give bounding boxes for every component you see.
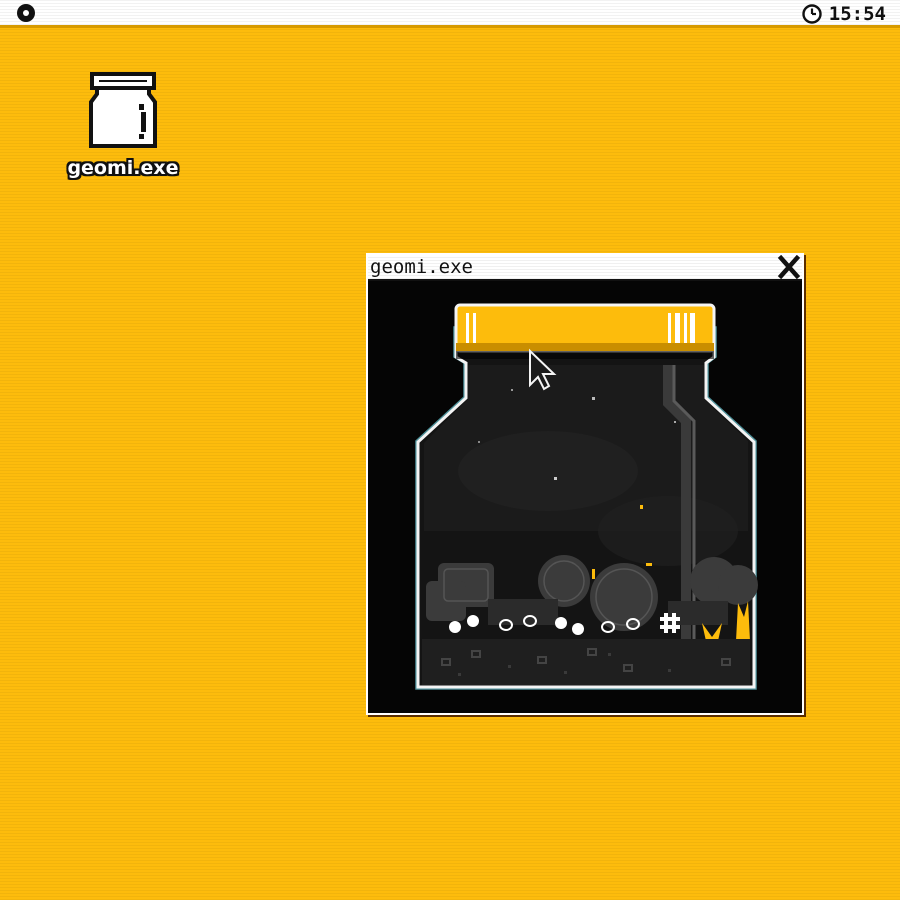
desktop-icon-label: geomi.exe <box>67 157 179 179</box>
terrarium-scene <box>415 303 758 690</box>
menu-bar: 15:54 <box>0 0 900 28</box>
jar-icon <box>89 72 157 148</box>
clock: 15:54 <box>801 3 886 25</box>
close-icon[interactable] <box>776 255 802 279</box>
desktop: 15:54 geomi.exe geomi.exe <box>0 0 900 900</box>
desktop-icon-geomi[interactable]: geomi.exe <box>60 70 186 179</box>
clock-icon <box>802 4 822 24</box>
circle-dot-icon[interactable] <box>17 4 35 22</box>
jar-soil <box>422 639 750 685</box>
window-title: geomi.exe <box>370 256 473 278</box>
window-titlebar[interactable]: geomi.exe <box>368 255 802 279</box>
app-window[interactable]: geomi.exe <box>366 253 804 715</box>
clock-time: 15:54 <box>828 3 886 25</box>
terrarium-viewport[interactable] <box>368 281 802 713</box>
